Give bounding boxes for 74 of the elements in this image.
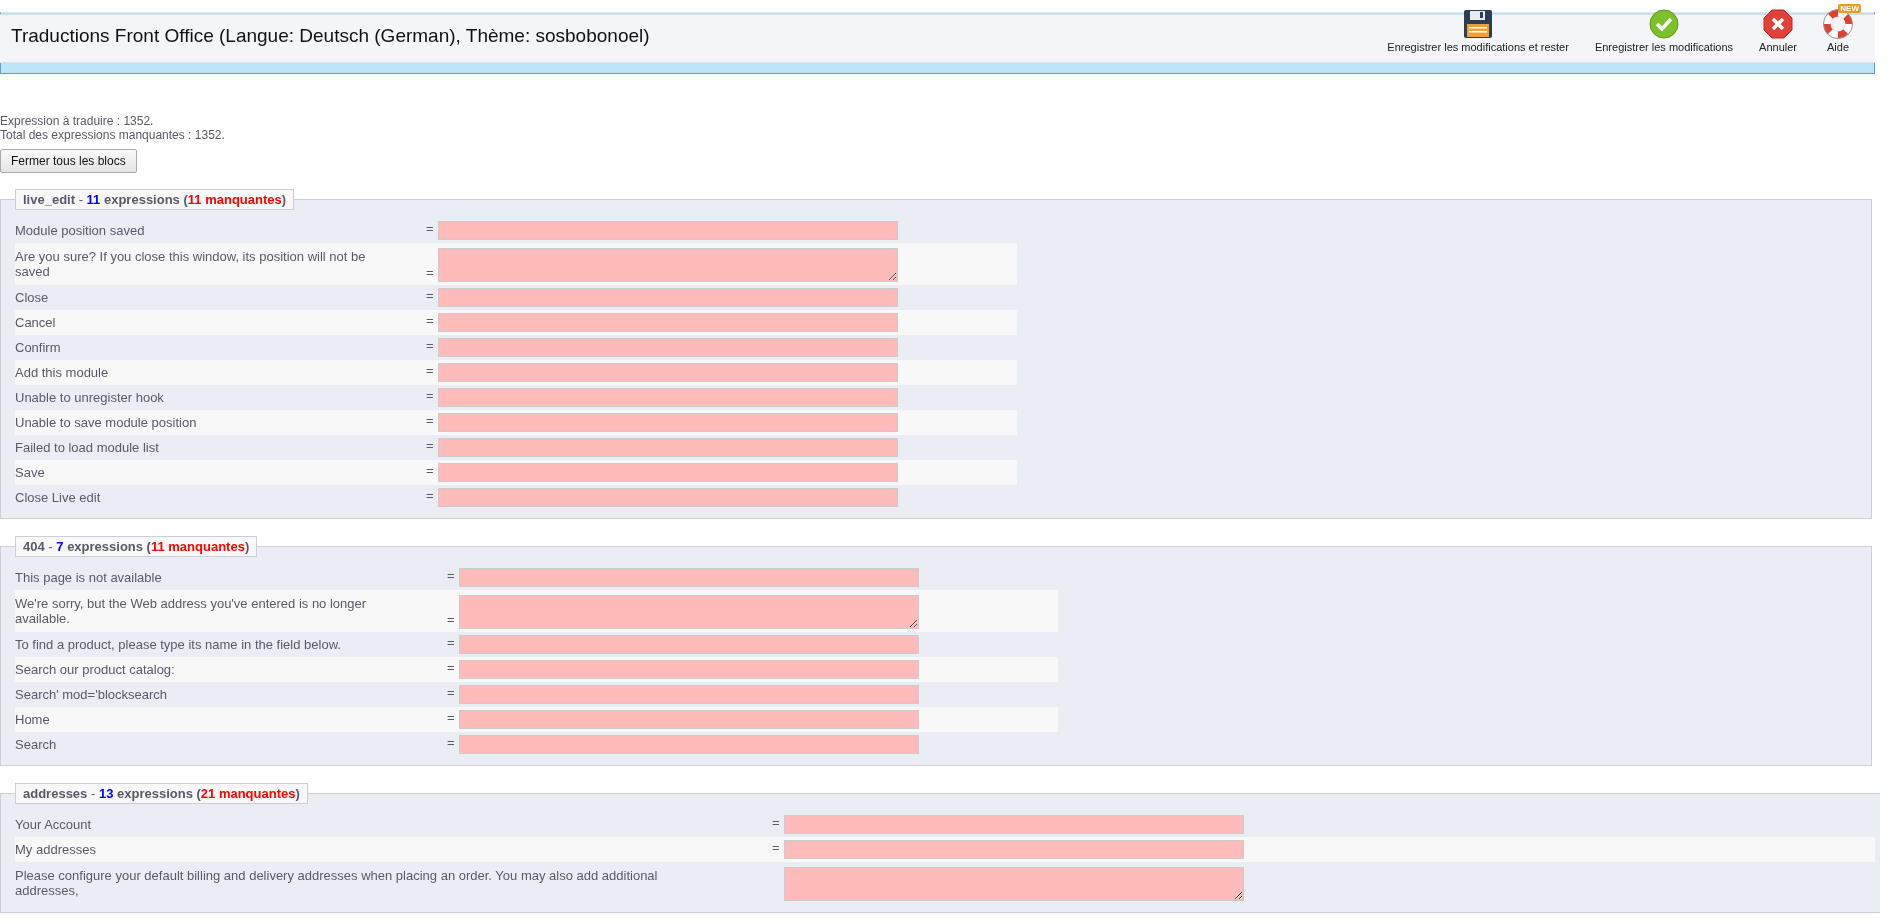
equals-sign: = bbox=[426, 487, 435, 505]
translation-field[interactable] bbox=[438, 338, 898, 357]
equals-sign: = bbox=[447, 634, 456, 652]
toolbar-button[interactable]: NEW Aide bbox=[1813, 2, 1863, 53]
equals-sign: = bbox=[426, 362, 435, 380]
expression-label: Search' mod='blocksearch bbox=[15, 686, 168, 704]
equals-sign: = bbox=[426, 412, 435, 430]
translation-textarea[interactable] bbox=[438, 248, 898, 282]
equals-sign: = bbox=[426, 265, 435, 282]
translation-textarea[interactable] bbox=[784, 867, 1244, 901]
equals-sign: = bbox=[426, 437, 435, 455]
translation-field[interactable] bbox=[459, 635, 919, 654]
equals-sign: = bbox=[447, 612, 456, 629]
equals-sign: = bbox=[447, 684, 456, 702]
translation-field[interactable] bbox=[459, 735, 919, 754]
expression-label: Are you sure? If you close this window, its position will not be saved bbox=[15, 248, 367, 281]
equals-sign: = bbox=[447, 659, 456, 677]
translation-field[interactable] bbox=[438, 463, 898, 482]
page-title: Traductions Front Office (Langue: Deutsch (German), Thème: sosbobonoel) bbox=[10, 24, 650, 47]
equals-sign: = bbox=[447, 567, 456, 585]
expression-label: Confirm bbox=[15, 339, 62, 357]
translation-field[interactable] bbox=[784, 815, 1244, 834]
expression-label: Please configure your default billing and delivery addresses when placing an order. You may also add additional addresses, bbox=[15, 867, 659, 900]
summary-text: Total des expressions manquantes : 1352. bbox=[0, 128, 226, 142]
expression-label: Save bbox=[15, 464, 46, 482]
translation-field[interactable] bbox=[438, 313, 898, 332]
translation-field[interactable] bbox=[784, 840, 1244, 859]
equals-sign: = bbox=[772, 839, 781, 857]
section-legend[interactable]: 404 - 7 expressions (11 manquantes) bbox=[15, 536, 258, 557]
equals-sign: = bbox=[426, 220, 435, 238]
equals-sign: = bbox=[426, 312, 435, 330]
toolbar-button[interactable]: Enregistrer les modifications bbox=[1584, 2, 1744, 53]
toolbar-button[interactable]: Annuler bbox=[1749, 2, 1807, 53]
section-legend[interactable]: addresses - 13 expressions (21 manquantes) bbox=[15, 783, 308, 804]
translation-field[interactable] bbox=[438, 488, 898, 507]
translation-field[interactable] bbox=[459, 660, 919, 679]
translation-field[interactable] bbox=[459, 568, 919, 587]
equals-sign: = bbox=[447, 709, 456, 727]
expression-label: We're sorry, but the Web address you've entered is no longer available. bbox=[15, 595, 368, 628]
equals-sign: = bbox=[426, 462, 435, 480]
translation-textarea[interactable] bbox=[459, 595, 919, 629]
toolbar-button[interactable]: Enregistrer les modifications et rester bbox=[1377, 2, 1579, 53]
expression-label: My addresses bbox=[15, 841, 97, 859]
translation-field[interactable] bbox=[438, 363, 898, 382]
expression-label: This page is not available bbox=[15, 569, 163, 587]
expression-label: To find a product, please type its name in the field below. bbox=[15, 636, 342, 654]
translation-field[interactable] bbox=[438, 438, 898, 457]
summary-text: Expression à traduire : 1352. bbox=[0, 114, 155, 128]
translation-field[interactable] bbox=[438, 221, 898, 240]
expression-label: Home bbox=[15, 711, 51, 729]
translation-field[interactable] bbox=[459, 685, 919, 704]
equals-sign: = bbox=[426, 387, 435, 405]
expression-label: Unable to unregister hook bbox=[15, 389, 165, 407]
expression-label: Unable to save module position bbox=[15, 414, 198, 432]
equals-sign: = bbox=[447, 734, 456, 752]
expression-label: Module position saved bbox=[15, 222, 146, 240]
translation-field[interactable] bbox=[459, 710, 919, 729]
translation-field[interactable] bbox=[438, 413, 898, 432]
expression-label: Search our product catalog: bbox=[15, 661, 176, 679]
translation-field[interactable] bbox=[438, 288, 898, 307]
expression-label: Close bbox=[15, 289, 50, 307]
expression-label: Your Account bbox=[15, 816, 93, 834]
translation-field[interactable] bbox=[438, 388, 898, 407]
expression-label: Search bbox=[15, 736, 58, 754]
collapse-all-button[interactable]: Fermer tous les blocs bbox=[0, 149, 137, 173]
expression-label: Add this module bbox=[15, 364, 110, 382]
equals-sign: = bbox=[426, 337, 435, 355]
equals-sign: = bbox=[426, 287, 435, 305]
expression-label: Close Live edit bbox=[15, 489, 102, 507]
equals-sign: = bbox=[772, 814, 781, 832]
expression-label: Cancel bbox=[15, 314, 57, 332]
expression-label: Failed to load module list bbox=[15, 439, 160, 457]
section-legend[interactable]: live_edit - 11 expressions (11 manquantes) bbox=[15, 189, 295, 210]
new-badge: NEW bbox=[1838, 3, 1861, 13]
